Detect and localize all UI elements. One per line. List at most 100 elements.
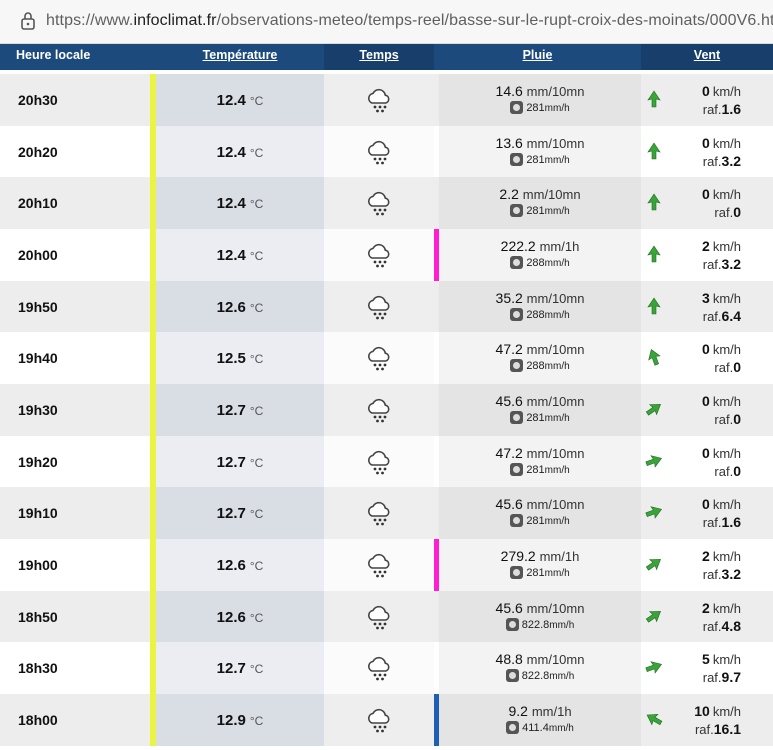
wind-speed: 0	[702, 392, 710, 409]
url-text[interactable]: https://www.infoclimat.fr/observations-m…	[46, 12, 773, 30]
time-cell: 20h20	[0, 126, 150, 178]
wind-cell: 2 km/h raf.4.8	[673, 591, 773, 643]
gust-value: 16.1	[713, 720, 741, 737]
header-weather[interactable]: Temps	[324, 44, 434, 70]
wind-cell: 2 km/h raf.3.2	[673, 229, 773, 281]
temperature-cell: 12.5 °C	[156, 332, 324, 384]
rain-gauge-icon	[506, 720, 520, 734]
time-cell: 18h50	[0, 591, 150, 643]
temperature-value: 12.7	[216, 660, 246, 678]
rain-total-unit: mm/h	[544, 412, 570, 424]
header-temperature[interactable]: Température	[156, 44, 324, 70]
wind-arrow-icon	[645, 610, 661, 623]
wind-speed: 2	[702, 599, 710, 616]
wind-speed: 2	[702, 547, 710, 564]
gust-label: raf.	[702, 102, 722, 117]
rain-total-unit: mm/h	[544, 516, 570, 528]
temperature-value: 12.6	[216, 608, 246, 626]
rain-rate-unit: mm/10mn	[526, 84, 585, 99]
rain-gauge-icon	[510, 101, 524, 114]
wind-direction-cell	[641, 436, 673, 488]
table-row: 18h00 12.9 °C 9.2 mm/1h 411.4mm/h 10 km/h raf.1…	[0, 693, 773, 746]
temperature-cell: 12.4 °C	[156, 74, 324, 126]
header-wind[interactable]: Vent	[641, 44, 773, 70]
time-value: 20h10	[18, 195, 58, 212]
rain-cloud-icon	[368, 192, 390, 216]
gust-value: 3.2	[721, 152, 741, 169]
rain-cloud-icon	[368, 605, 390, 629]
table-row: 19h30 12.7 °C 45.6 mm/10mn 281mm/h 0 km/h raf.0	[0, 383, 773, 436]
rain-rate-unit: mm/10mn	[526, 393, 585, 409]
gust-label: raf.	[714, 205, 734, 221]
gust-label: raf.	[714, 360, 734, 376]
rain-rate-unit: mm/1h	[539, 548, 580, 564]
lock-icon[interactable]	[20, 11, 36, 31]
rain-cell: 45.6 mm/10mn 281mm/h	[439, 383, 641, 436]
time-value: 19h40	[18, 350, 58, 367]
wind-unit: km/h	[712, 393, 741, 409]
rain-cell: 279.2 mm/1h 281mm/h	[439, 538, 641, 591]
wind-cell: 0 km/h raf.0	[673, 332, 773, 384]
rain-cell: 2.2 mm/10mn 281mm/h	[439, 177, 641, 229]
wind-unit: km/h	[712, 497, 741, 513]
rain-total: 411.4	[522, 721, 549, 734]
wind-cell: 10 km/h raf.16.1	[673, 694, 773, 746]
rain-total: 822.8	[521, 670, 550, 683]
weather-cell	[324, 435, 434, 488]
rain-rate-unit: mm/10mn	[526, 497, 585, 513]
rain-rate: 47.2	[495, 341, 523, 358]
temperature-cell: 12.6 °C	[156, 280, 324, 333]
gust-value: 3.2	[721, 255, 741, 272]
wind-cell: 0 km/h raf.1.6	[673, 487, 773, 539]
rain-rate: 45.6	[495, 599, 523, 616]
temperature-cell: 12.9 °C	[156, 693, 324, 746]
table-header: Heure locale Température Temps Pluie Ven…	[0, 44, 773, 70]
time-value: 19h00	[18, 556, 58, 573]
wind-direction-cell	[641, 591, 673, 643]
rain-rate-unit: mm/10mn	[526, 135, 585, 151]
rain-rate: 13.6	[495, 134, 523, 151]
wind-cell: 0 km/h raf.0	[673, 177, 773, 229]
wind-direction-cell	[641, 539, 673, 591]
temperature-value: 12.5	[216, 350, 246, 368]
temperature-cell: 12.7 °C	[156, 435, 324, 488]
browser-address-bar[interactable]: https://www.infoclimat.fr/observations-m…	[0, 0, 773, 44]
rain-total: 281	[526, 515, 545, 528]
rain-cloud-icon	[368, 88, 390, 113]
temperature-cell: 12.7 °C	[156, 642, 324, 694]
rain-cloud-icon	[368, 450, 390, 474]
wind-speed: 0	[702, 83, 710, 99]
time-cell: 18h30	[0, 642, 150, 694]
wind-arrow-icon	[647, 297, 661, 314]
wind-speed: 0	[702, 134, 710, 151]
temperature-cell: 12.6 °C	[156, 538, 324, 591]
gust-value: 0	[733, 204, 741, 221]
wind-unit: km/h	[712, 187, 741, 203]
wind-arrow-icon	[646, 713, 663, 726]
rain-rate: 14.6	[495, 83, 523, 99]
temperature-unit: °C	[249, 455, 264, 470]
time-cell: 19h40	[0, 332, 150, 384]
table-row: 19h20 12.7 °C 47.2 mm/10mn 281mm/h 0 km/h raf.0	[0, 435, 773, 488]
temperature-unit: °C	[249, 248, 264, 263]
wind-arrow-icon	[647, 193, 661, 211]
gust-label: raf.	[702, 566, 722, 582]
wind-direction-cell	[641, 229, 673, 281]
time-cell: 19h20	[0, 436, 150, 488]
weather-cell	[324, 642, 434, 694]
weather-cell	[324, 487, 434, 539]
table-row: 18h50 12.6 °C 45.6 mm/10mn 822.8mm/h 2 km/h raf…	[0, 590, 773, 643]
wind-direction-cell	[641, 74, 673, 126]
header-time: Heure locale	[16, 48, 91, 62]
wind-unit: km/h	[712, 342, 741, 358]
wind-unit: km/h	[712, 135, 741, 151]
wind-cell: 2 km/h raf.3.2	[673, 539, 773, 591]
wind-cell: 0 km/h raf.0	[673, 384, 773, 436]
gust-value: 3.2	[721, 565, 741, 582]
weather-cell	[324, 125, 434, 178]
header-rain[interactable]: Pluie	[434, 44, 641, 70]
temperature-unit: °C	[249, 300, 264, 315]
time-cell: 20h30	[0, 74, 150, 126]
rain-cell: 47.2 mm/10mn 288mm/h	[439, 332, 641, 384]
rain-gauge-icon	[510, 462, 524, 476]
